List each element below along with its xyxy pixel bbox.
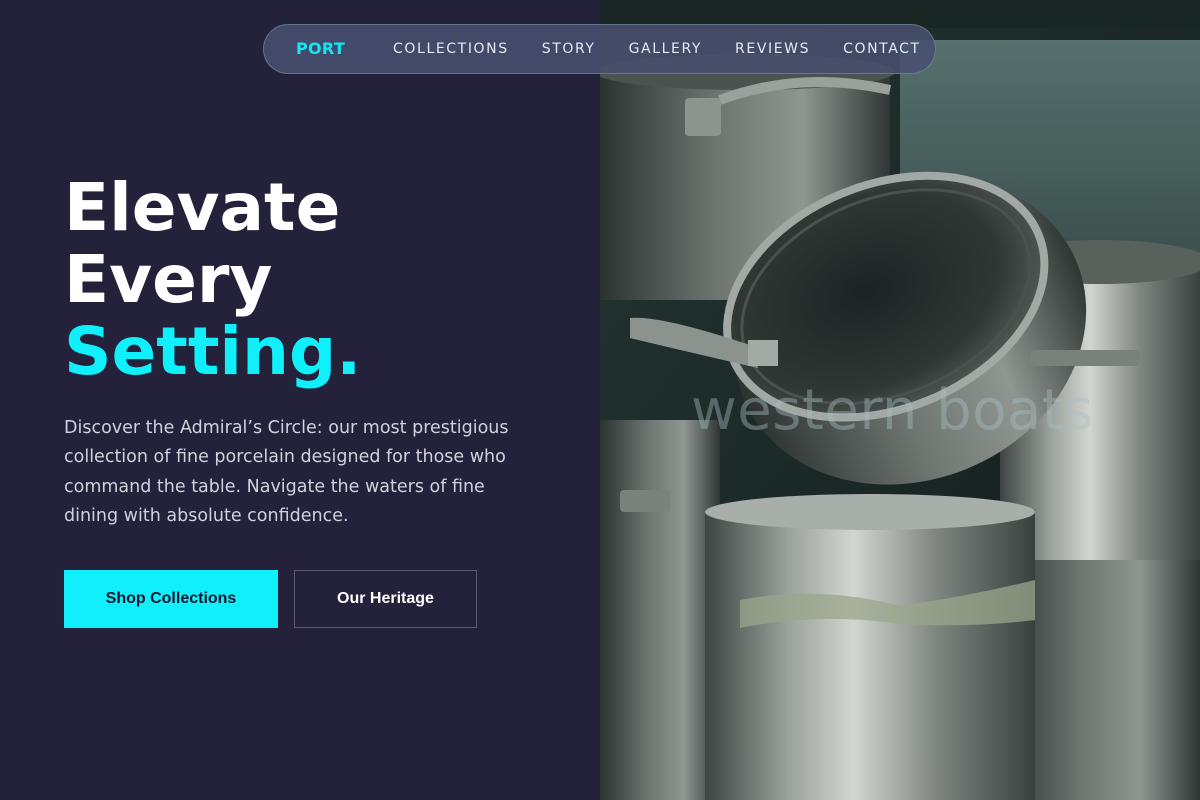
our-heritage-button[interactable]: Our Heritage (294, 570, 477, 628)
nav-item-story[interactable]: STORY (542, 41, 596, 57)
nav-item-collections[interactable]: COLLECTIONS (393, 41, 509, 57)
shop-collections-button[interactable]: Shop Collections (64, 570, 278, 628)
nav-item-reviews[interactable]: REVIEWS (735, 41, 810, 57)
nav-item-gallery[interactable]: GALLERY (629, 41, 702, 57)
image-watermark: western boats (691, 378, 1094, 443)
headline-line-2: Every (64, 241, 273, 318)
headline-line-3: Setting. (64, 313, 362, 390)
headline-line-1: Elevate (64, 169, 341, 246)
hero-headline: Elevate Every Setting. (64, 172, 361, 388)
brand-logo[interactable]: PORT (296, 39, 345, 58)
hero-text-panel: Elevate Every Setting. Discover the Admi… (0, 0, 600, 800)
main-navigation: PORT COLLECTIONS STORY GALLERY REVIEWS C… (263, 24, 936, 74)
hero-image: western boats (600, 0, 1200, 800)
nav-item-contact[interactable]: CONTACT (843, 41, 921, 57)
hero-description: Discover the Admiral’s Circle: our most … (64, 418, 509, 526)
